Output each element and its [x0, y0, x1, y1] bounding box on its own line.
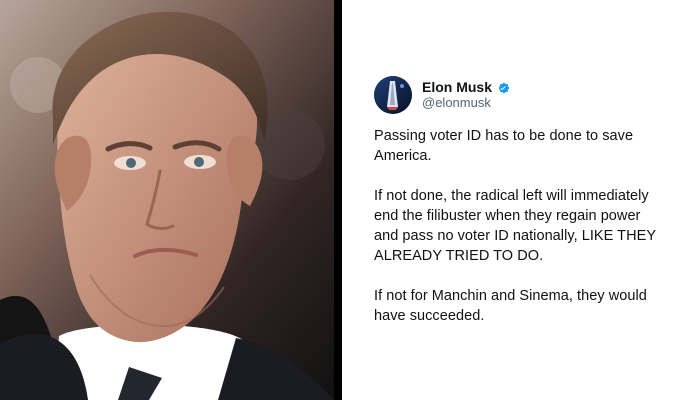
portrait-photo: [0, 0, 334, 400]
panel-divider: [334, 0, 342, 400]
avatar[interactable]: [374, 76, 412, 114]
tweet-paragraph-2: If not done, the radical left will immed…: [374, 188, 656, 264]
tweet-body: Passing voter ID has to be done to save …: [374, 126, 665, 326]
username-handle[interactable]: @elonmusk: [422, 96, 510, 110]
image-frame: Elon Musk @elonmusk Passing voter ID has…: [0, 0, 683, 400]
user-meta: Elon Musk @elonmusk: [422, 80, 510, 109]
tweet-paragraph-3: If not for Manchin and Sinema, they woul…: [374, 288, 647, 324]
verified-badge-icon: [496, 81, 510, 95]
tweet-paragraph-1: Passing voter ID has to be done to save …: [374, 128, 634, 164]
name-row: Elon Musk: [422, 80, 510, 95]
tweet-header: Elon Musk @elonmusk: [374, 76, 665, 114]
tweet-card: Elon Musk @elonmusk Passing voter ID has…: [342, 0, 683, 400]
display-name[interactable]: Elon Musk: [422, 80, 492, 95]
